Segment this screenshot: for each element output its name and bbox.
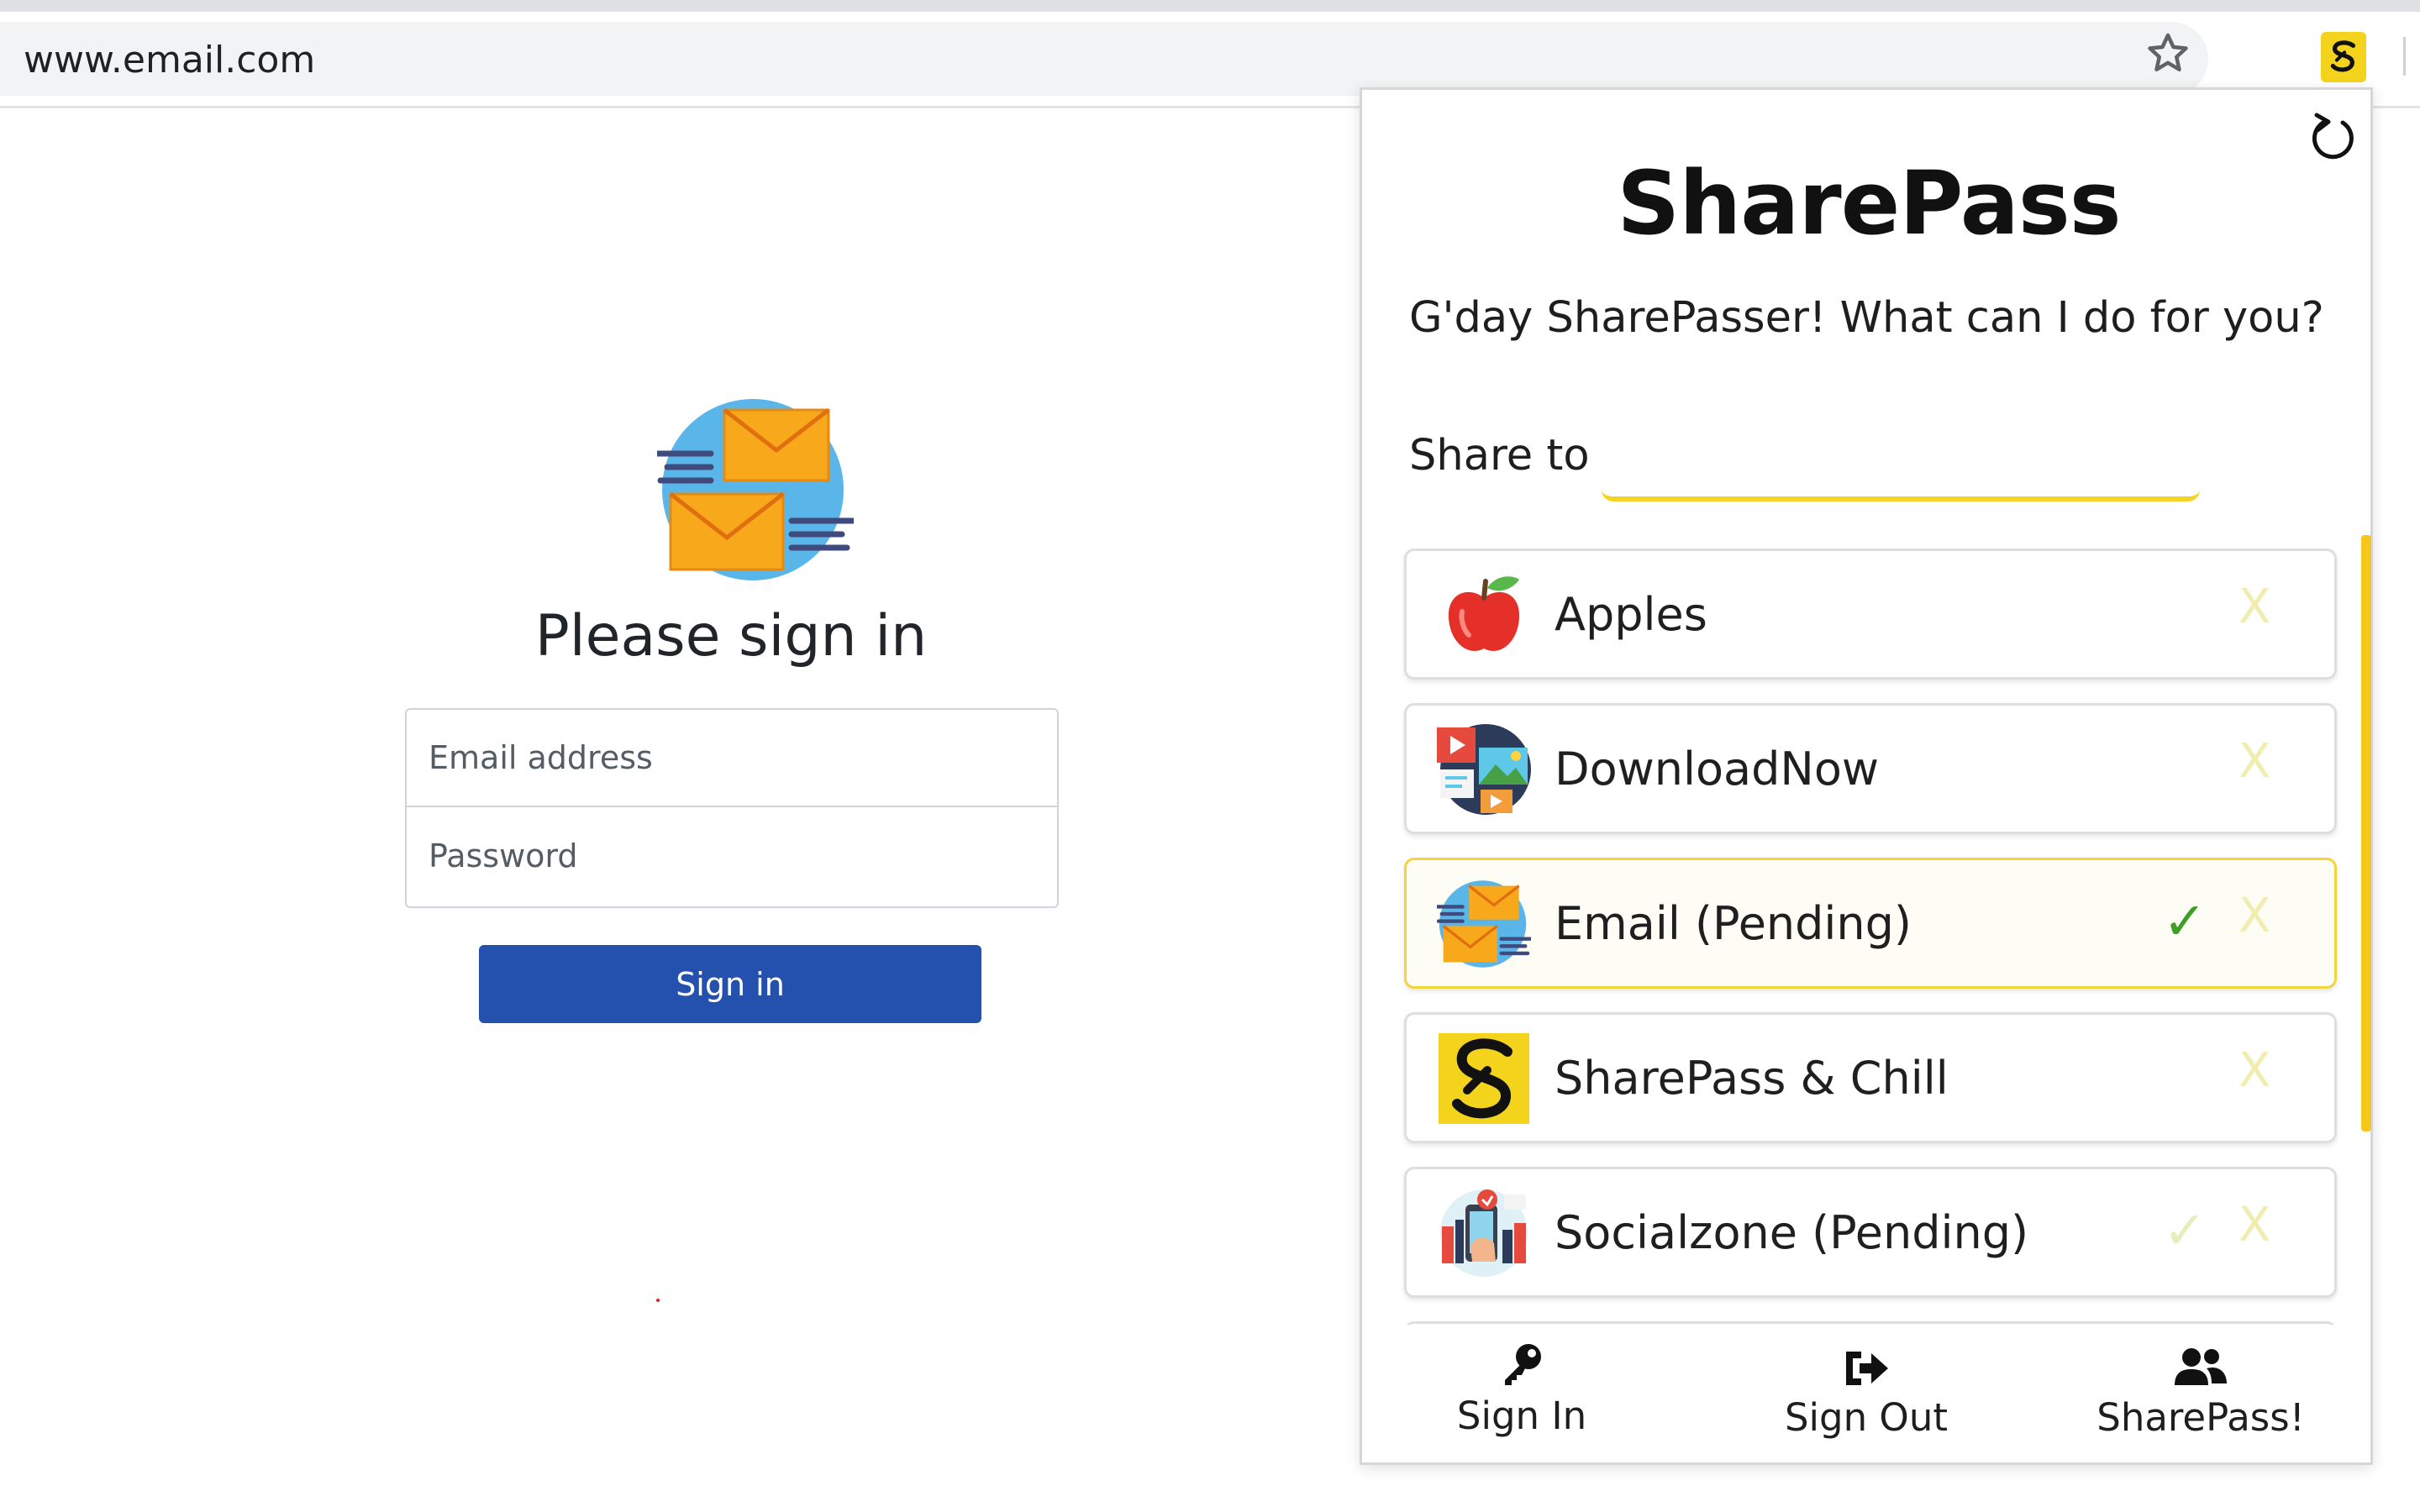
remove-icon[interactable]: X: [2238, 580, 2270, 634]
nav-sign-in[interactable]: Sign In: [1387, 1341, 1656, 1438]
greeting-text: G'day SharePasser! What can I do for you…: [1409, 293, 2324, 343]
email-field[interactable]: Email address: [407, 710, 1057, 807]
key-icon: [1505, 1344, 1541, 1385]
media-gallery-icon: [1437, 722, 1531, 816]
social-network-icon: [1437, 1186, 1531, 1280]
list-item-apples[interactable]: Apples X: [1404, 549, 2337, 680]
sharepass-extension-icon[interactable]: [2321, 32, 2366, 82]
signin-button[interactable]: Sign in: [479, 945, 981, 1023]
list-scrollbar[interactable]: [2361, 535, 2371, 1131]
password-field[interactable]: Password: [407, 807, 1057, 905]
address-bar[interactable]: www.email.com: [0, 22, 2208, 96]
signin-heading: Please sign in: [534, 603, 928, 669]
email-logo-icon: [654, 395, 857, 585]
share-to-input[interactable]: [1602, 443, 2200, 501]
item-label: Email (Pending): [1555, 896, 1912, 950]
bookmark-star-icon[interactable]: [2143, 29, 2193, 79]
browser-tab-strip: [0, 0, 2420, 12]
sharepass-logo-icon: [1437, 1032, 1531, 1126]
apple-icon: [1437, 568, 1531, 662]
nav-sharepass[interactable]: SharePass!: [2066, 1347, 2335, 1440]
item-label: SharePass & Chill: [1555, 1051, 1949, 1105]
remove-icon[interactable]: X: [2238, 1198, 2270, 1252]
item-label: Apples: [1555, 587, 1707, 641]
item-label: DownloadNow: [1555, 742, 1880, 795]
toolbar-divider: [2403, 37, 2406, 76]
nav-sharepass-label: SharePass!: [2096, 1395, 2305, 1440]
sharepass-brand-title: SharePass: [1617, 152, 2121, 255]
sharepass-popup: SharePass G'day SharePasser! What can I …: [1360, 87, 2373, 1465]
remove-icon[interactable]: X: [2238, 1043, 2270, 1098]
signin-form: Email address Password: [405, 708, 1059, 908]
sign-out-icon: [1846, 1352, 1888, 1385]
nav-sign-in-label: Sign In: [1456, 1394, 1587, 1438]
list-item-email[interactable]: Email (Pending) ✓ X: [1404, 858, 2337, 989]
red-dot: [656, 1299, 660, 1302]
list-item-downloadnow[interactable]: DownloadNow X: [1404, 703, 2337, 834]
share-to-label: Share to: [1409, 431, 1590, 480]
remove-icon[interactable]: X: [2238, 889, 2270, 943]
nav-sign-out-label: Sign Out: [1784, 1395, 1949, 1440]
list-item-socialzone[interactable]: Socialzone (Pending) ✓ X: [1404, 1167, 2337, 1298]
item-label: Socialzone (Pending): [1555, 1205, 2029, 1259]
address-url[interactable]: www.email.com: [24, 39, 315, 81]
bottom-nav: Sign In Sign Out SharePass!: [1362, 1325, 2370, 1459]
nav-sign-out[interactable]: Sign Out: [1732, 1347, 2001, 1440]
email-envelopes-icon: [1434, 877, 1534, 971]
remove-icon[interactable]: X: [2238, 734, 2270, 789]
confirm-check-icon[interactable]: ✓: [2163, 890, 2207, 952]
users-icon: [2175, 1348, 2227, 1385]
confirm-check-icon[interactable]: ✓: [2163, 1200, 2207, 1261]
list-item-sharepass-chill[interactable]: SharePass & Chill X: [1404, 1012, 2337, 1143]
